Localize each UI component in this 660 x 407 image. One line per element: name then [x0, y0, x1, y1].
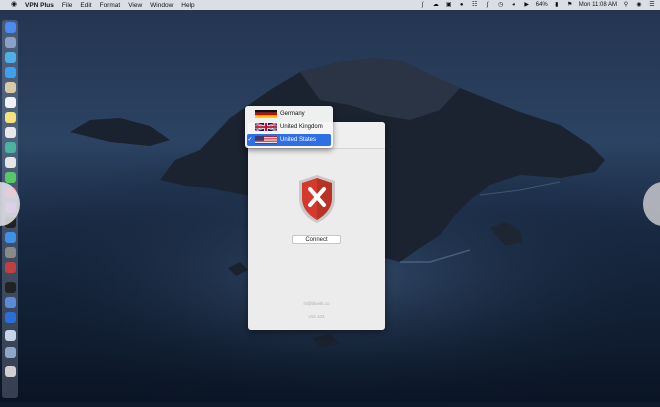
volume-icon[interactable]: ▶ [523, 2, 531, 9]
reminders-icon[interactable] [5, 127, 16, 138]
contacts-icon[interactable] [5, 82, 16, 93]
lock-icon[interactable]: ● [458, 2, 466, 9]
connect-button[interactable]: Connect [292, 235, 341, 244]
launchpad-icon[interactable] [5, 37, 16, 48]
wifi-icon[interactable]: ◕ [510, 2, 518, 9]
downloads-folder-icon[interactable] [5, 330, 16, 341]
app-store-icon[interactable] [5, 232, 16, 243]
clock[interactable]: Mon 11:08 AM [579, 2, 617, 8]
app-icon[interactable] [5, 262, 16, 273]
finder-icon[interactable] [5, 22, 16, 33]
checkmark-icon: ✓ [247, 137, 253, 143]
vpn-status-icon[interactable]: ▣ [445, 2, 453, 9]
menu-format[interactable]: Format [100, 2, 121, 9]
apple-menu-icon[interactable]: ◉ [9, 0, 19, 10]
system-preferences-icon[interactable] [5, 247, 16, 258]
menu-help[interactable]: Help [181, 2, 194, 9]
country-label: United Kingdom [280, 124, 323, 130]
version-label: v16.103 [308, 314, 325, 319]
menu-app-name[interactable]: VPN Plus [25, 2, 54, 9]
country-label: Germany [280, 111, 305, 117]
trash-icon[interactable] [5, 366, 16, 377]
layers-icon[interactable]: ☷ [471, 2, 479, 9]
menu-bar: ◉ VPN Plus File Edit Format View Window … [0, 0, 660, 10]
siri-icon[interactable]: ◉ [635, 2, 643, 9]
germany-flag-icon [255, 110, 277, 118]
notification-center-icon[interactable]: ☰ [648, 2, 656, 9]
timer-icon[interactable]: ◷ [497, 2, 505, 9]
disconnected-shield-icon[interactable] [297, 174, 337, 224]
cloud-icon[interactable]: ☁ [432, 2, 440, 9]
bluetooth-icon[interactable]: ∫ [484, 2, 492, 9]
contact-email[interactable]: hi@bluetk.co [248, 301, 385, 306]
country-item-united-states[interactable]: ✓ United States [247, 134, 331, 146]
script-icon[interactable]: ∫ [419, 2, 427, 9]
status-area: ∫ ☁ ▣ ● ☷ ∫ ◷ ◕ ▶ 64% ▮ ⚑ Mon 11:08 AM ⚲… [419, 0, 656, 10]
united-states-flag-icon [255, 136, 277, 144]
menu-view[interactable]: View [128, 2, 142, 9]
vpn-plus-dock-icon[interactable] [5, 312, 16, 323]
spotlight-search-icon[interactable]: ⚲ [622, 2, 630, 9]
messages-icon[interactable] [5, 172, 16, 183]
battery-icon[interactable]: ▮ [553, 2, 561, 9]
terminal-icon[interactable] [5, 282, 16, 293]
menu-window[interactable]: Window [150, 2, 173, 9]
united-kingdom-flag-icon [255, 123, 277, 131]
documents-folder-icon[interactable] [5, 347, 16, 358]
menu-edit[interactable]: Edit [80, 2, 91, 9]
vpn-window [248, 122, 385, 330]
flag-icon[interactable]: ⚑ [566, 2, 574, 9]
country-label: United States [280, 137, 317, 143]
safari-icon[interactable] [5, 52, 16, 63]
maps-icon[interactable] [5, 142, 16, 153]
menu-file[interactable]: File [62, 2, 72, 9]
notes-icon[interactable] [5, 112, 16, 123]
country-item-united-kingdom[interactable]: United Kingdom [247, 121, 331, 133]
country-item-germany[interactable]: Germany [247, 108, 331, 120]
calendar-icon[interactable] [5, 97, 16, 108]
country-menu: Germany United Kingdom ✓ United States [245, 106, 333, 148]
mail-icon[interactable] [5, 67, 16, 78]
battery-percent[interactable]: 64% [536, 2, 548, 8]
photos-icon[interactable] [5, 157, 16, 168]
xcode-icon[interactable] [5, 297, 16, 308]
